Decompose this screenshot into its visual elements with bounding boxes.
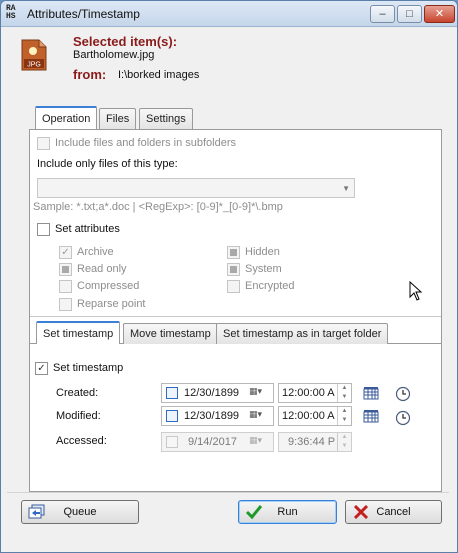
timestamp-panel: ✓ Set timestamp Created: 12/30/1899 ▦▾ 1… xyxy=(30,343,441,491)
sample-text: Sample: *.txt;a*.doc | <RegExp>: [0-9]*_… xyxy=(33,201,283,213)
run-button[interactable]: Run xyxy=(238,500,337,524)
include-subfolders-label: Include files and folders in subfolders xyxy=(55,137,236,149)
set-attributes-checkbox[interactable] xyxy=(37,223,50,236)
tab-move-timestamp[interactable]: Move timestamp xyxy=(123,323,218,344)
read-only-checkbox[interactable] xyxy=(59,263,72,276)
operation-panel: Include files and folders in subfolders … xyxy=(29,129,442,492)
svg-text:JPG: JPG xyxy=(27,62,41,69)
modified-date-value: 12/30/1899 xyxy=(184,410,240,422)
window-title: Attributes/Timestamp xyxy=(27,7,140,21)
from-path: I:\borked images xyxy=(118,69,200,81)
from-label: from: xyxy=(73,67,107,82)
modified-time-spinner[interactable]: ▲ ▼ xyxy=(337,407,351,425)
system-label: System xyxy=(245,263,282,275)
archive-checkbox[interactable]: ✓ xyxy=(59,246,72,259)
selected-items-label: Selected item(s): xyxy=(73,34,178,49)
queue-button-label: Queue xyxy=(63,506,97,518)
tab-set-timestamp[interactable]: Set timestamp xyxy=(36,321,121,344)
app-logo: RA HS xyxy=(6,4,16,21)
compressed-label: Compressed xyxy=(77,280,140,292)
cancel-button[interactable]: Cancel xyxy=(345,500,442,524)
grid-icon[interactable] xyxy=(363,386,379,402)
jpg-file-icon: JPG xyxy=(21,39,47,71)
queue-icon xyxy=(28,504,45,519)
tab-settings[interactable]: Settings xyxy=(139,108,193,129)
minimize-button[interactable]: – xyxy=(370,5,395,23)
created-time-value: 12:00:00 A xyxy=(282,387,335,399)
accessed-date-checkbox[interactable] xyxy=(166,436,178,448)
set-timestamp-label: Set timestamp xyxy=(53,362,124,374)
calendar-dropdown-icon[interactable]: ▦▾ xyxy=(249,386,269,400)
clock-icon[interactable] xyxy=(395,410,411,426)
calendar-dropdown-icon[interactable]: ▦▾ xyxy=(249,409,269,423)
grid-icon[interactable] xyxy=(363,409,379,425)
title-bar[interactable]: RA HS Attributes/Timestamp – □ ✕ xyxy=(1,1,457,27)
modified-date-field[interactable]: 12/30/1899 ▦▾ xyxy=(161,406,274,426)
created-date-field[interactable]: 12/30/1899 ▦▾ xyxy=(161,383,274,403)
created-time-spinner[interactable]: ▲ ▼ xyxy=(337,384,351,402)
modified-time-value: 12:00:00 A xyxy=(282,410,335,422)
created-label: Created: xyxy=(56,387,99,399)
include-subfolders-checkbox[interactable] xyxy=(37,137,50,150)
reparse-point-checkbox[interactable] xyxy=(59,298,72,311)
read-only-label: Read only xyxy=(77,263,127,275)
clock-icon[interactable] xyxy=(395,386,411,402)
compressed-checkbox[interactable] xyxy=(59,280,72,293)
archive-label: Archive xyxy=(77,246,114,258)
queue-button[interactable]: Queue xyxy=(21,500,139,524)
checkmark-icon xyxy=(245,505,263,520)
accessed-date-field[interactable]: 9/14/2017 ▦▾ xyxy=(161,432,274,452)
created-date-value: 12/30/1899 xyxy=(184,387,240,399)
hidden-checkbox[interactable] xyxy=(227,246,240,259)
include-only-label: Include only files of this type: xyxy=(37,158,178,170)
run-button-label: Run xyxy=(277,506,298,518)
accessed-time-spinner[interactable]: ▲ ▼ xyxy=(337,433,351,451)
created-date-checkbox[interactable] xyxy=(166,387,178,399)
hidden-label: Hidden xyxy=(245,246,280,258)
accessed-date-value: 9/14/2017 xyxy=(188,436,237,448)
footer-divider xyxy=(7,492,449,493)
set-timestamp-checkbox[interactable]: ✓ xyxy=(35,362,48,375)
encrypted-label: Encrypted xyxy=(245,280,295,292)
modified-label: Modified: xyxy=(56,410,101,422)
tab-set-timestamp-target[interactable]: Set timestamp as in target folder xyxy=(216,323,389,344)
mouse-cursor-icon xyxy=(409,281,423,301)
tab-files[interactable]: Files xyxy=(99,108,137,129)
accessed-label: Accessed: xyxy=(56,435,107,447)
selected-file-name: Bartholomew.jpg xyxy=(73,49,155,61)
system-checkbox[interactable] xyxy=(227,263,240,276)
modified-time-field[interactable]: 12:00:00 A ▲ ▼ xyxy=(278,406,352,426)
section-divider xyxy=(30,316,441,317)
dialog-window: RA HS Attributes/Timestamp – □ ✕ JPG Sel… xyxy=(0,0,458,553)
cancel-button-label: Cancel xyxy=(376,506,411,518)
file-type-combo[interactable]: ▼ xyxy=(37,178,355,198)
accessed-time-value: 9:36:44 P xyxy=(288,436,336,448)
x-icon xyxy=(353,504,369,520)
set-attributes-label: Set attributes xyxy=(55,223,120,235)
close-button[interactable]: ✕ xyxy=(424,5,455,23)
accessed-time-field[interactable]: 9:36:44 P ▲ ▼ xyxy=(278,432,352,452)
created-time-field[interactable]: 12:00:00 A ▲ ▼ xyxy=(278,383,352,403)
calendar-dropdown-icon[interactable]: ▦▾ xyxy=(249,435,269,449)
modified-date-checkbox[interactable] xyxy=(166,410,178,422)
chevron-down-icon: ▼ xyxy=(342,184,350,193)
tab-operation[interactable]: Operation xyxy=(35,106,98,129)
maximize-button[interactable]: □ xyxy=(397,5,422,23)
encrypted-checkbox[interactable] xyxy=(227,280,240,293)
reparse-point-label: Reparse point xyxy=(77,298,146,310)
